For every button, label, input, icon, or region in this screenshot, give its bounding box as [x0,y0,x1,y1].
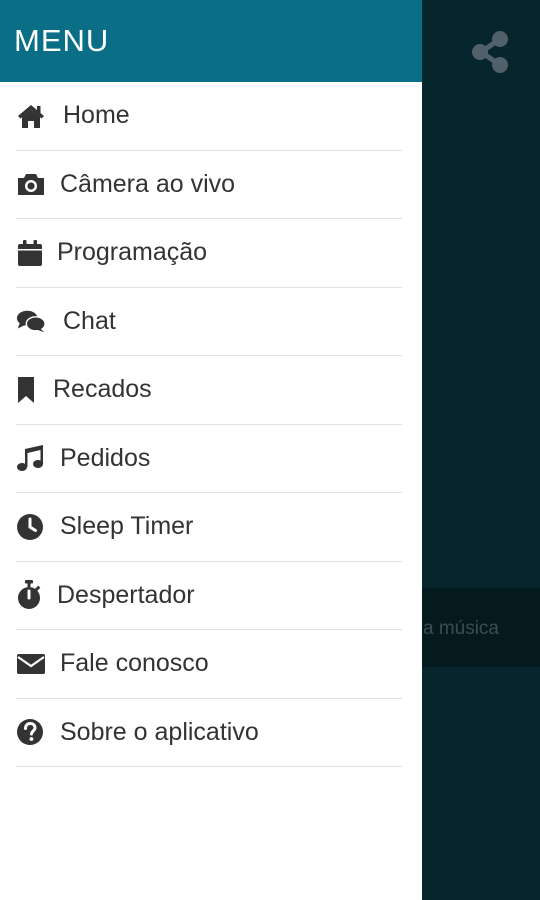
menu-item-label: Pedidos [60,443,151,472]
menu-item-label: Programação [57,238,208,267]
stopwatch-icon [16,580,42,610]
navigation-drawer: MENU Home Câmera ao vivo Programação Cha… [0,0,422,900]
bookmark-icon [16,376,40,404]
menu-item-chat[interactable]: Chat [16,288,402,356]
question-icon [16,718,46,746]
menu-item-camera[interactable]: Câmera ao vivo [16,151,402,219]
menu-item-label: Câmera ao vivo [60,169,236,198]
menu-item-recados[interactable]: Recados [16,356,402,425]
menu-item-label: Home [63,101,130,130]
now-playing-text: a música [422,618,499,639]
now-playing-bar[interactable]: a música [422,588,540,667]
menu-item-fale-conosco[interactable]: Fale conosco [16,630,402,699]
menu-item-label: Fale conosco [60,649,209,678]
menu-item-home[interactable]: Home [16,82,402,151]
menu-item-label: Sobre o aplicativo [60,717,259,746]
menu-item-sleep-timer[interactable]: Sleep Timer [16,493,402,562]
share-icon [470,30,510,79]
share-button[interactable] [466,30,514,78]
menu-item-label: Recados [53,375,152,404]
camera-icon [16,170,46,198]
music-icon [16,444,46,472]
menu-item-label: Despertador [57,580,195,609]
drawer-title: MENU [14,23,110,58]
drawer-header: MENU [0,0,422,82]
menu-list: Home Câmera ao vivo Programação Chat Rec… [0,82,422,767]
menu-item-label: Chat [63,306,116,335]
clock-icon [16,513,46,541]
chat-icon [16,307,46,335]
calendar-icon [16,239,46,267]
menu-item-sobre[interactable]: Sobre o aplicativo [16,699,402,767]
menu-item-programacao[interactable]: Programação [16,219,402,288]
menu-item-label: Sleep Timer [60,512,194,541]
menu-item-pedidos[interactable]: Pedidos [16,425,402,493]
menu-item-despertador[interactable]: Despertador [16,562,402,630]
home-icon [16,102,46,130]
envelope-icon [16,650,46,678]
